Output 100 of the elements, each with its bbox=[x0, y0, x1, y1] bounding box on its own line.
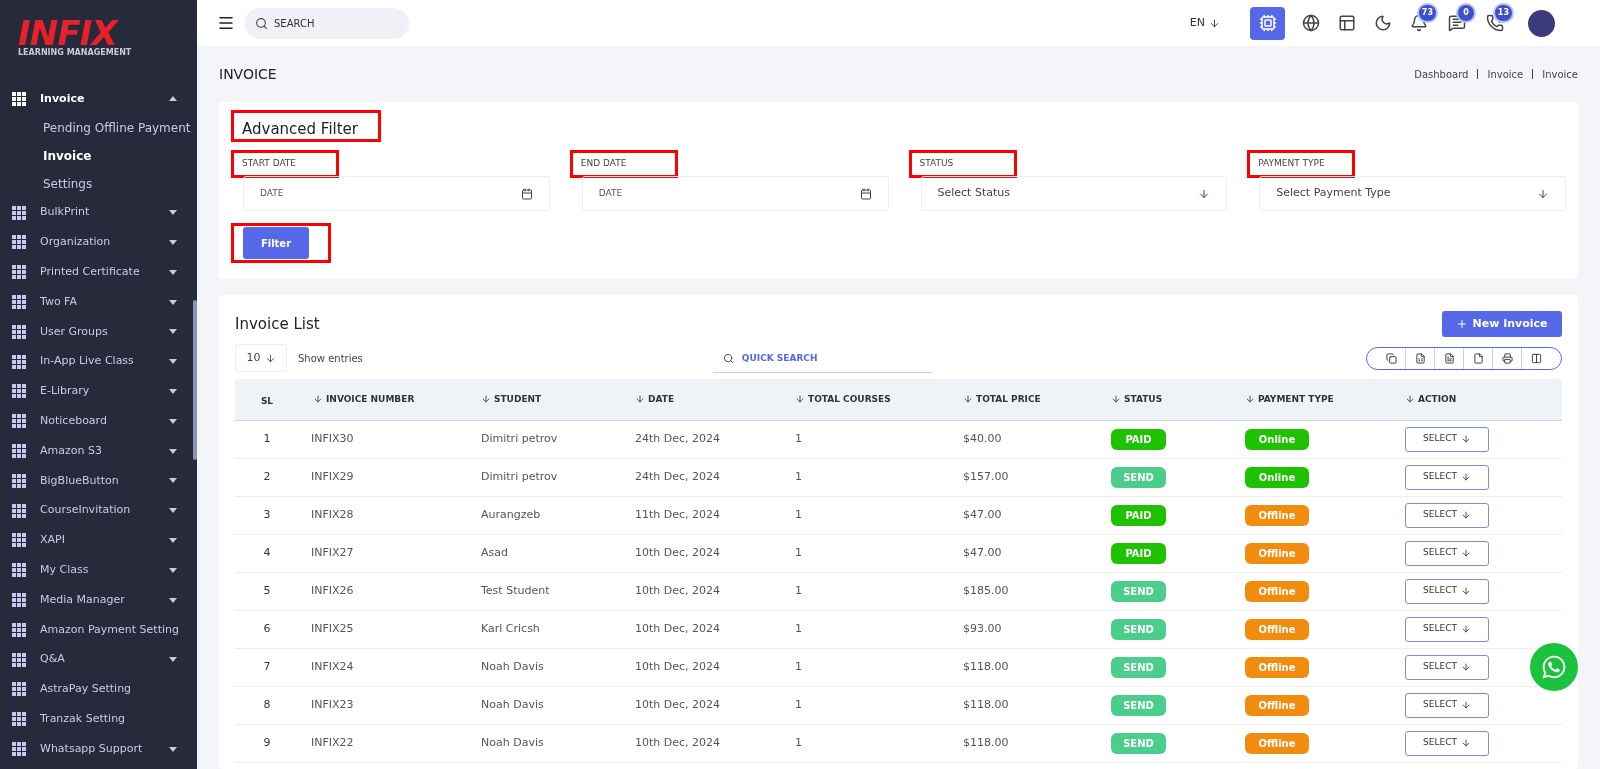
sidebar-item[interactable]: Amazon S3 bbox=[0, 436, 197, 466]
sidebar-item[interactable]: CourseInvitation bbox=[0, 495, 197, 526]
sidebar-item[interactable]: Tranzak Setting bbox=[0, 704, 197, 735]
sort-icon bbox=[313, 394, 323, 405]
grid-icon bbox=[12, 682, 26, 697]
date-field[interactable]: DATE bbox=[581, 176, 889, 211]
date-field[interactable]: DATE bbox=[243, 176, 550, 211]
sidebar-item[interactable]: User Groups bbox=[0, 317, 197, 347]
select-button[interactable]: SELECT bbox=[1405, 654, 1489, 680]
sidebar-item[interactable]: Media Manager bbox=[0, 585, 197, 615]
grid-icon bbox=[12, 503, 26, 518]
calendar-icon bbox=[859, 187, 872, 200]
logo-wordmark: INFIX bbox=[18, 18, 119, 48]
column-header[interactable]: STUDENT bbox=[481, 392, 542, 406]
language-selector[interactable]: EN bbox=[1189, 14, 1220, 32]
status-badge: PAID bbox=[1111, 428, 1166, 450]
sidebar-item[interactable]: XAPI bbox=[0, 525, 197, 556]
table-cell: $93.00 bbox=[963, 621, 1002, 635]
table-cell: 1 bbox=[795, 507, 802, 521]
column-header[interactable]: TOTAL COURSES bbox=[795, 392, 891, 406]
sidebar-item[interactable]: In-App Live Class bbox=[0, 346, 197, 377]
table-cell: 7 bbox=[263, 659, 271, 673]
sidebar-item[interactable]: E-Library bbox=[0, 376, 197, 407]
status-badge: PAID bbox=[1111, 542, 1166, 564]
sidebar-item[interactable]: Whatsapp Support bbox=[0, 734, 197, 764]
select-button[interactable]: SELECT bbox=[1405, 540, 1489, 566]
sidebar-item[interactable]: BigBlueButton bbox=[0, 465, 197, 496]
column-header[interactable]: TOTAL PRICE bbox=[963, 392, 1041, 406]
select-button[interactable]: SELECT bbox=[1405, 730, 1489, 756]
sidebar-item[interactable]: Amazon Payment Setting bbox=[0, 614, 197, 645]
avatar[interactable] bbox=[1528, 9, 1555, 37]
moon-icon[interactable] bbox=[1374, 14, 1392, 32]
select-button[interactable]: SELECT bbox=[1405, 464, 1489, 490]
breadcrumb-link[interactable]: Invoice bbox=[1542, 66, 1578, 82]
table-cell: $47.00 bbox=[963, 507, 1002, 521]
filter-button[interactable]: Filter bbox=[243, 227, 309, 259]
table-cell: 9 bbox=[263, 735, 271, 749]
table-cell: Test Student bbox=[481, 583, 550, 597]
scrollbar[interactable] bbox=[193, 300, 197, 460]
table-cell: 1 bbox=[795, 697, 802, 711]
select-button[interactable]: SELECT bbox=[1405, 502, 1489, 528]
sidebar-item[interactable]: Invoice bbox=[0, 84, 197, 114]
caret-icon bbox=[169, 210, 177, 216]
table-cell: $118.00 bbox=[963, 659, 1009, 673]
status-badge: SEND bbox=[1111, 466, 1166, 488]
select-button[interactable]: SELECT bbox=[1405, 426, 1489, 452]
quick-search-field[interactable]: QUICK SEARCH bbox=[712, 343, 932, 373]
sidebar-subitem[interactable]: Settings bbox=[0, 169, 197, 198]
select-field[interactable]: Select Status bbox=[920, 176, 1228, 211]
sidebar-item[interactable]: Noticeboard bbox=[0, 406, 197, 437]
arrow-down-icon bbox=[1460, 586, 1471, 596]
grid-icon bbox=[12, 593, 26, 608]
table-cell: Dimitri petrov bbox=[481, 431, 558, 445]
menu-icon[interactable] bbox=[217, 14, 235, 32]
status-badge: Offline bbox=[1245, 504, 1309, 526]
section-title: Advanced Filter bbox=[242, 119, 358, 139]
breadcrumb-link[interactable]: Dashboard bbox=[1414, 66, 1469, 82]
column-header[interactable]: INVOICE NUMBER bbox=[313, 392, 415, 406]
column-header[interactable]: DATE bbox=[635, 392, 675, 406]
table-cell: Noah Davis bbox=[481, 659, 544, 673]
sidebar-item[interactable]: Organization bbox=[0, 227, 197, 258]
column-header[interactable]: PAYMENT TYPE bbox=[1245, 392, 1334, 406]
select-button[interactable]: SELECT bbox=[1405, 578, 1489, 604]
sidebar-subitem[interactable]: Invoice bbox=[0, 141, 197, 170]
select-button[interactable]: SELECT bbox=[1405, 616, 1489, 642]
sidebar-item[interactable]: BulkPrint bbox=[0, 197, 197, 228]
sort-icon bbox=[1111, 394, 1121, 405]
breadcrumb-link[interactable]: Invoice bbox=[1487, 66, 1524, 82]
arrow-down-icon bbox=[1209, 17, 1220, 29]
search-field[interactable]: SEARCH bbox=[245, 7, 409, 39]
arrow-down-icon bbox=[1198, 187, 1211, 200]
sidebar-item[interactable]: Printed Certificate bbox=[0, 257, 197, 288]
grid-icon bbox=[12, 473, 26, 488]
sidebar-subitem[interactable]: Pending Offline Payment bbox=[0, 113, 197, 142]
column-header[interactable]: STATUS bbox=[1111, 392, 1163, 406]
table-cell: 1 bbox=[795, 545, 802, 559]
globe-icon[interactable] bbox=[1302, 14, 1320, 32]
sidebar-item[interactable]: AstraPay Setting bbox=[0, 674, 197, 705]
bell-icon[interactable] bbox=[1410, 14, 1428, 32]
status-badge: Offline bbox=[1245, 618, 1309, 640]
page-size-select[interactable]: 10 bbox=[235, 344, 287, 372]
table-cell: 1 bbox=[795, 659, 802, 673]
status-badge: Offline bbox=[1245, 580, 1309, 602]
caret-icon bbox=[169, 418, 177, 424]
sort-icon bbox=[1405, 394, 1415, 405]
select-field[interactable]: Select Payment Type bbox=[1259, 176, 1566, 211]
status-badge: PAID bbox=[1111, 504, 1166, 526]
sidebar-item[interactable]: My Class bbox=[0, 555, 197, 586]
grid-icon bbox=[12, 414, 26, 429]
layout-icon[interactable] bbox=[1338, 14, 1356, 32]
status-badge: Offline bbox=[1245, 732, 1309, 754]
column-header[interactable]: ACTION bbox=[1405, 392, 1457, 406]
ai-button[interactable] bbox=[1250, 6, 1285, 40]
select-button[interactable]: SELECT bbox=[1405, 692, 1489, 718]
arrow-down-icon bbox=[1460, 662, 1471, 672]
sidebar-item[interactable]: Q&A bbox=[0, 644, 197, 675]
caret-icon bbox=[169, 657, 177, 663]
sidebar-item[interactable]: Two FA bbox=[0, 287, 197, 317]
column-header: SL bbox=[260, 395, 274, 409]
new-invoice-button[interactable]: New Invoice bbox=[1442, 311, 1562, 337]
